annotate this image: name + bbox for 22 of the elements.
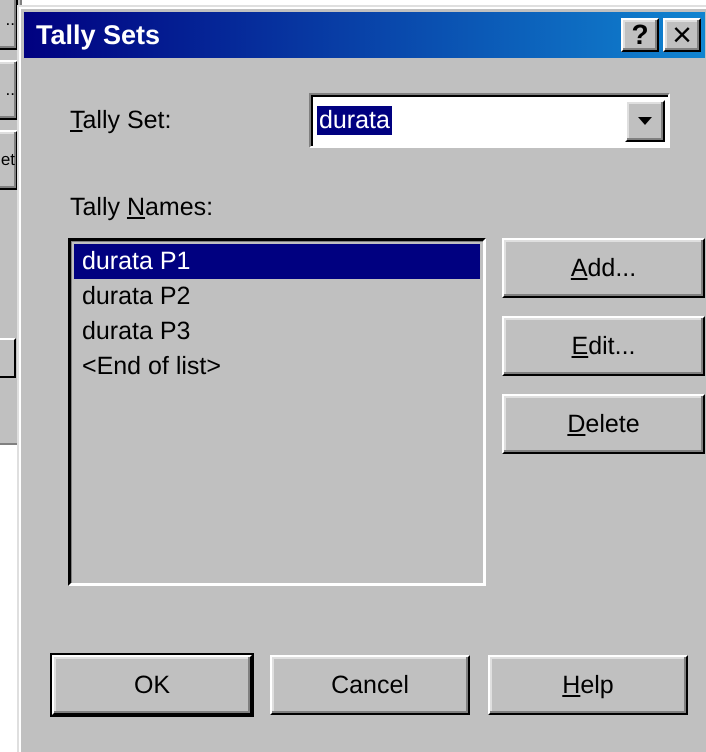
button[interactable]: .. — [0, 60, 18, 120]
button[interactable]: Cancel — [270, 655, 470, 715]
button[interactable]: et — [0, 130, 18, 190]
button[interactable]: Add... — [502, 238, 705, 298]
dropdown-button[interactable] — [625, 100, 665, 142]
list-item[interactable]: durata P1 — [74, 244, 480, 279]
window-title: Tally Sets — [36, 20, 160, 50]
tally-set-dropdown[interactable]: durata — [309, 93, 670, 148]
field-label: Tally Set: — [70, 106, 172, 135]
help-button[interactable]: ? — [621, 18, 659, 52]
dropdown-value: durata — [317, 106, 392, 135]
field-label: Tally Names: — [70, 193, 214, 221]
list-item[interactable]: durata P3 — [74, 314, 480, 349]
list-item[interactable]: <End of list> — [74, 349, 480, 384]
button[interactable]: OK — [52, 655, 252, 715]
button[interactable]: Help — [488, 655, 688, 715]
list-item[interactable]: durata P2 — [74, 279, 480, 314]
button[interactable]: Delete — [502, 394, 705, 454]
caret-icon — [638, 116, 652, 124]
button[interactable]: .. — [0, 0, 18, 50]
close-button[interactable]: × — [663, 18, 701, 52]
button[interactable]: Edit... — [502, 316, 705, 376]
